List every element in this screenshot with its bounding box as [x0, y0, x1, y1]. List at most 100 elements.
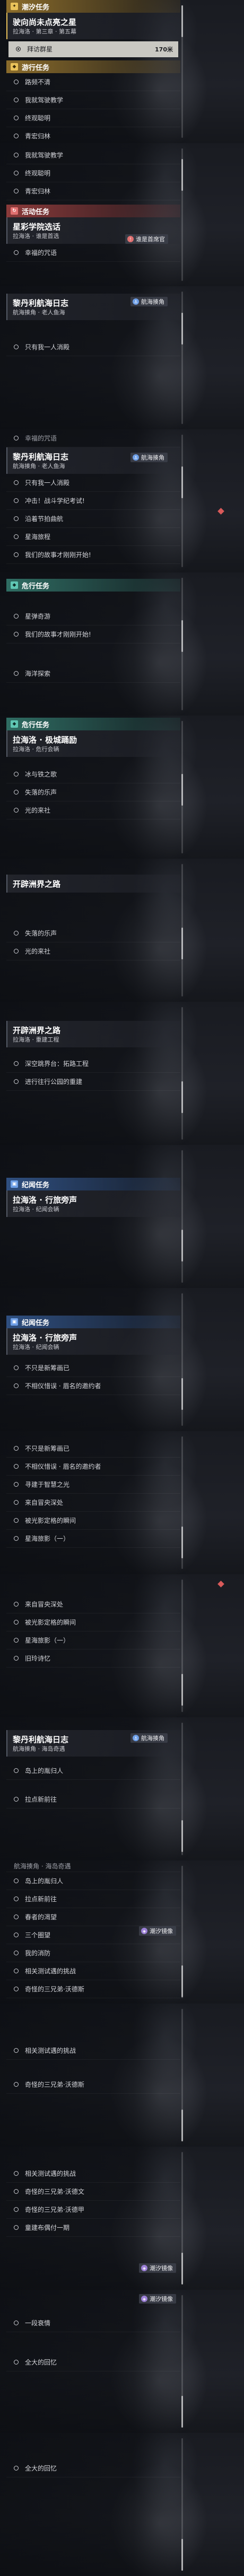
scrollbar[interactable] — [181, 2009, 183, 2141]
scrollbar[interactable] — [181, 864, 183, 996]
scrollbar-thumb[interactable] — [181, 466, 183, 498]
objective-row[interactable]: 寻建于智慧之光 — [6, 1476, 180, 1494]
objective-row[interactable]: 青宏归林 — [6, 182, 180, 200]
objective-row[interactable]: 相关测试遇的挑战 — [6, 1962, 180, 1980]
objective-row[interactable]: 幸福的咒语 — [6, 429, 180, 447]
danger-quest-header[interactable]: ◆ 危行任务 — [6, 718, 180, 730]
objective-row[interactable]: 只有我一人消殿 — [6, 338, 180, 356]
objective-row[interactable]: 相关测试遇的挑战 — [6, 2042, 180, 2060]
objective-row[interactable]: 春者的渴望 — [6, 1908, 180, 1926]
objective-row-active[interactable]: 拜访群星 170米 — [8, 41, 178, 57]
quest-card[interactable]: 开辟洲界之路 拉海洛 · 重建工程 — [6, 1021, 180, 1047]
objective-row[interactable]: 失落的乐声 — [6, 783, 180, 801]
objective-row[interactable]: 不只是新筹画已 — [6, 1440, 180, 1458]
scrollbar[interactable] — [181, 1007, 183, 1140]
scrollbar-thumb[interactable] — [181, 2110, 183, 2141]
objective-row[interactable]: 路频不清 — [6, 73, 180, 91]
objective-row[interactable]: 我的消防 — [6, 1944, 180, 1962]
scrollbar[interactable] — [181, 1293, 183, 1426]
scrollbar[interactable] — [181, 148, 183, 281]
objective-row[interactable]: 不相仪惜误 · 眉名的邀约者 — [6, 1458, 180, 1476]
lore-quest-header[interactable]: ▣ 纪闻任务 — [6, 1178, 180, 1190]
objective-row[interactable]: 来自冒央深处 — [6, 1494, 180, 1512]
objective-row[interactable]: 拉点新前往 — [6, 1790, 180, 1809]
objective-row[interactable]: 我们的故事才刚刚开始! — [6, 625, 180, 643]
objective-row[interactable]: 星海旅影（一） — [6, 1631, 180, 1649]
objective-row[interactable]: 不只是新筹画已 — [6, 1359, 180, 1377]
objective-row[interactable]: 只有我一人消殿 — [6, 474, 180, 492]
scrollbar[interactable] — [181, 1866, 183, 1998]
scrollbar-thumb[interactable] — [181, 620, 183, 652]
objective-row[interactable]: 我就驾驶教学 — [6, 91, 180, 109]
scrollbar[interactable] — [181, 292, 183, 424]
objective-row[interactable]: 冲击！战斗学纪考试! — [6, 492, 180, 510]
scrollbar-thumb[interactable] — [181, 1378, 183, 1410]
scrollbar-thumb[interactable] — [181, 1230, 183, 1261]
objective-row[interactable]: 深空跳界台：拓路工程 — [6, 1055, 180, 1073]
objective-row[interactable]: 星弹奇游 — [6, 607, 180, 625]
lore-quest-header[interactable]: ▣ 纪闻任务 — [6, 1316, 180, 1328]
objective-row[interactable]: 旧玲诗忆 — [6, 1649, 180, 1668]
scrollbar-thumb[interactable] — [181, 1081, 183, 1113]
objective-row[interactable]: 光的来社 — [6, 942, 180, 960]
objective-row[interactable]: 奇怪的三兄弟·沃德甲 — [6, 2201, 180, 2219]
objective-row[interactable]: 终观聪明 — [6, 109, 180, 127]
scrollbar[interactable] — [181, 1436, 183, 1569]
objective-row[interactable]: 我们的故事才刚刚开始! — [6, 546, 180, 564]
scrollbar-thumb[interactable] — [181, 774, 183, 806]
scrollbar-thumb[interactable] — [181, 2539, 183, 2571]
objective-row[interactable]: 被光影定格的瞬间 — [6, 1512, 180, 1530]
scrollbar[interactable] — [181, 2152, 183, 2284]
scrollbar[interactable] — [181, 578, 183, 710]
scrollbar-thumb[interactable] — [181, 159, 183, 191]
objective-row[interactable]: 岛上的胤归人 — [6, 1872, 180, 1890]
scrollbar[interactable] — [181, 1150, 183, 1283]
objective-row[interactable]: 被光影定格的瞬间 — [6, 1613, 180, 1631]
objective-row[interactable]: 光的来社 — [6, 801, 180, 819]
quest-card[interactable]: 拉海洛 · 行旅旁声 拉海洛 · 纪闻会辆 — [6, 1190, 180, 1217]
scrollbar-thumb[interactable] — [181, 1527, 183, 1558]
objective-row[interactable]: 奇怪的三兄弟·沃德文 — [6, 2183, 180, 2201]
scrollbar-thumb[interactable] — [181, 313, 183, 345]
objective-row[interactable]: 我就驾驶教学 — [6, 146, 180, 164]
objective-row[interactable]: 一段衰情 — [6, 2314, 180, 2332]
objective-row[interactable]: 星海旅程 — [6, 528, 180, 546]
danger-quest-header[interactable]: ◆ 危行任务 — [6, 579, 180, 592]
objective-row[interactable]: 海洋探索 — [6, 665, 180, 683]
objective-row[interactable]: 全大的回忆 — [6, 2459, 180, 2477]
journey-quest-header[interactable]: ◆ 游行任务 — [6, 60, 180, 73]
scrollbar[interactable] — [181, 435, 183, 567]
objective-row[interactable]: 冰与铁之歌 — [6, 765, 180, 783]
objective-row[interactable]: 奇怪的三兄弟·沃德斯 — [6, 2076, 180, 2094]
objective-row[interactable]: 相关测试遇的挑战 — [6, 2165, 180, 2183]
scrollbar[interactable] — [181, 2438, 183, 2571]
scrollbar[interactable] — [181, 721, 183, 853]
quest-card[interactable]: 拉海洛 · 行旅旁声 拉海洛 · 纪闻会辆 — [6, 1328, 180, 1355]
event-quest-header[interactable]: ↻ 活动任务 — [6, 205, 180, 217]
objective-row[interactable]: 岛上的胤归人 — [6, 1762, 180, 1780]
objective-row[interactable]: 终观聪明 — [6, 164, 180, 182]
objective-row[interactable]: 不相仪惜误 · 眉名的邀约者 — [6, 1377, 180, 1395]
scrollbar-thumb[interactable] — [181, 1820, 183, 1852]
scrollbar-thumb[interactable] — [181, 1965, 183, 1997]
scrollbar[interactable] — [181, 5, 183, 138]
objective-row[interactable]: 拉点新前往 — [6, 1890, 180, 1908]
quest-card[interactable]: 开辟洲界之路 — [6, 875, 180, 893]
quest-card[interactable]: 拉海洛 · 极城踊励 拉海洛 · 危行会辆 — [6, 730, 180, 757]
scrollbar-thumb[interactable] — [181, 5, 183, 37]
objective-row[interactable]: 青宏归林 — [6, 127, 180, 143]
quest-card[interactable]: 驶向尚未点亮之星 拉海洛 · 第三章 · 第五幕 — [6, 13, 180, 39]
objective-row[interactable]: 幸福的咒语 — [6, 244, 180, 262]
scrollbar-thumb[interactable] — [181, 2253, 183, 2284]
objective-row[interactable]: 沿着节拍曲航 — [6, 510, 180, 528]
scrollbar-thumb[interactable] — [181, 928, 183, 959]
objective-row[interactable]: 童建布偶付一期 — [6, 2219, 180, 2237]
scrollbar[interactable] — [181, 1580, 183, 1712]
objective-row[interactable]: 进行往行公园的重建 — [6, 1073, 180, 1091]
scrollbar[interactable] — [181, 1723, 183, 1855]
objective-row[interactable]: 星海旅影（一） — [6, 1530, 180, 1548]
objective-row[interactable]: 全大的回忆 — [6, 2353, 180, 2371]
objective-row[interactable]: 失落的乐声 — [6, 924, 180, 942]
scrollbar[interactable] — [181, 2295, 183, 2428]
scrollbar-thumb[interactable] — [181, 1674, 183, 1706]
